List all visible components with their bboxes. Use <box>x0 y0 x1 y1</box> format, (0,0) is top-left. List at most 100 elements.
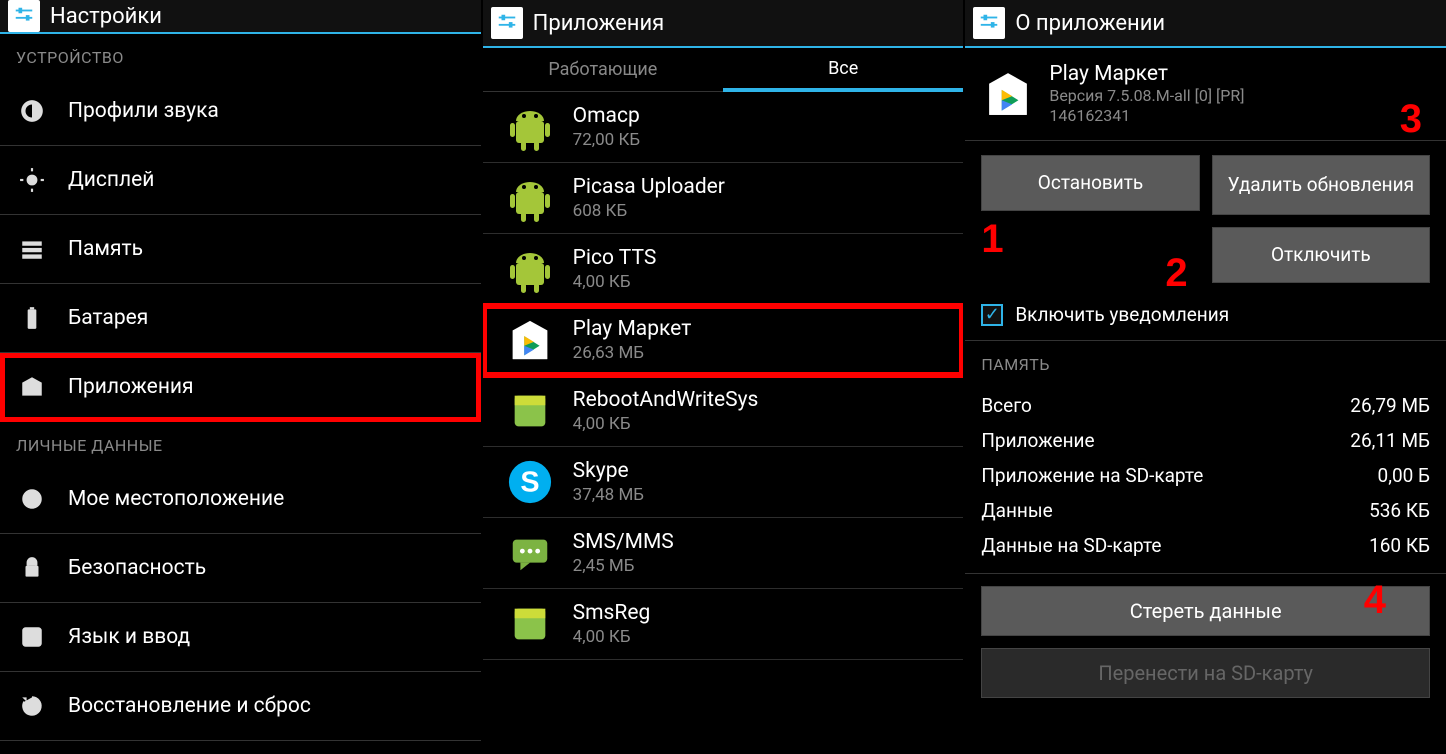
memory-row: Данные на SD-карте 160 КБ <box>965 528 1446 563</box>
memory-row: Приложение на SD-карте 0,00 Б <box>965 458 1446 493</box>
remove-updates-button[interactable]: Удалить обновления <box>1212 155 1430 215</box>
apps-icon <box>16 371 48 403</box>
settings-item-reset[interactable]: Восстановление и сброс <box>0 672 481 741</box>
skype-icon: S <box>505 457 555 507</box>
sound-icon <box>16 95 48 127</box>
tab-running[interactable]: Работающие <box>483 48 723 91</box>
titlebar-apps: Приложения <box>483 0 964 48</box>
settings-screen: Настройки УСТРОЙСТВО Профили звука Диспл… <box>0 0 481 754</box>
memory-key: Данные <box>981 499 1052 522</box>
settings-item-apps[interactable]: Приложения <box>0 353 481 422</box>
svg-text:A: A <box>28 630 37 645</box>
app-row[interactable]: Pico TTS4,00 КБ <box>483 234 964 305</box>
label: Мое местоположение <box>68 487 284 511</box>
app-size-label: 26,63 МБ <box>573 343 692 363</box>
app-size-label: 4,00 КБ <box>573 272 657 292</box>
memory-row: Данные 536 КБ <box>965 493 1446 528</box>
label: Восстановление и сброс <box>68 694 311 718</box>
label: Безопасность <box>68 556 206 580</box>
app-size-label: 4,00 КБ <box>573 627 651 647</box>
settings-item-sound[interactable]: Профили звука <box>0 77 481 146</box>
memory-key: Всего <box>981 394 1032 417</box>
settings-icon <box>973 7 1005 39</box>
settings-item-security[interactable]: Безопасность <box>0 534 481 603</box>
memory-list: Всего26,79 МБПриложение26,11 МБПриложени… <box>965 384 1446 574</box>
app-size-label: 37,48 МБ <box>573 485 644 505</box>
tab-all[interactable]: Все <box>723 48 963 92</box>
memory-value: 0,00 Б <box>1378 464 1430 487</box>
language-icon: A <box>16 621 48 653</box>
app-size-label: 4,00 КБ <box>573 414 759 434</box>
reset-icon <box>16 690 48 722</box>
settings-item-language[interactable]: A Язык и ввод <box>0 603 481 672</box>
apps-screen: Приложения Работающие Все Omacp72,00 КБP… <box>481 0 964 754</box>
app-name: Play Маркет <box>1049 62 1244 86</box>
memory-row: Приложение 26,11 МБ <box>965 423 1446 458</box>
memory-row: Всего 26,79 МБ <box>965 388 1446 423</box>
app-size-label: 608 КБ <box>573 201 725 221</box>
memory-value: 160 КБ <box>1369 534 1430 557</box>
move-sd-button: Перенести на SD-карту <box>981 648 1430 698</box>
memory-key: Приложение <box>981 429 1094 452</box>
android-icon <box>505 102 555 152</box>
app-name-label: Picasa Uploader <box>573 175 725 199</box>
battery-icon <box>16 302 48 334</box>
settings-icon <box>8 0 40 32</box>
label: Включить уведомления <box>1015 303 1229 326</box>
checkbox-icon[interactable]: ✓ <box>981 304 1003 326</box>
app-name-label: SmsReg <box>573 601 651 625</box>
generic-icon <box>505 599 555 649</box>
personal-list: Мое местоположение Безопасность A Язык и… <box>0 465 481 741</box>
section-accounts: АККАУНТЫ <box>0 741 481 754</box>
app-name-label: Pico TTS <box>573 246 657 270</box>
label: Приложения <box>68 375 194 399</box>
app-name-label: Skype <box>573 459 644 483</box>
app-name-label: RebootAndWriteSys <box>573 388 759 412</box>
app-row[interactable]: Picasa Uploader608 КБ <box>483 163 964 234</box>
app-row[interactable]: Play Маркет26,63 МБ <box>483 305 964 376</box>
action-buttons: Остановить Удалить обновления Отключить … <box>965 141 1446 297</box>
app-row[interactable]: SmsReg4,00 КБ <box>483 589 964 660</box>
app-row[interactable]: S Skype37,48 МБ <box>483 447 964 518</box>
label: Язык и ввод <box>68 625 190 649</box>
label: Батарея <box>68 306 148 330</box>
titlebar-appinfo: О приложении <box>965 0 1446 48</box>
memory-value: 536 КБ <box>1369 499 1430 522</box>
sms-icon <box>505 528 555 578</box>
settings-icon <box>491 7 523 39</box>
page-title: Приложения <box>533 11 665 36</box>
page-title: Настройки <box>50 4 162 29</box>
appinfo-screen: О приложении Play Маркет Версия 7.5.08.M… <box>963 0 1446 754</box>
memory-key: Приложение на SD-карте <box>981 464 1203 487</box>
appinfo-header: Play Маркет Версия 7.5.08.M-all [0] [PR]… <box>965 48 1446 141</box>
notifications-row[interactable]: ✓ Включить уведомления <box>965 297 1446 341</box>
label: Профили звука <box>68 99 219 123</box>
location-icon <box>16 483 48 515</box>
section-memory: ПАМЯТЬ <box>965 341 1446 384</box>
clear-data-button[interactable]: Стереть данные <box>981 586 1430 636</box>
settings-item-memory[interactable]: Память <box>0 215 481 284</box>
settings-item-display[interactable]: Дисплей <box>0 146 481 215</box>
memory-key: Данные на SD-карте <box>981 534 1161 557</box>
disable-button[interactable]: Отключить <box>1212 227 1430 283</box>
app-list: Omacp72,00 КБPicasa Uploader608 КБPico T… <box>483 92 964 660</box>
memory-icon <box>16 233 48 265</box>
play-store-icon <box>981 67 1035 121</box>
lock-icon <box>16 552 48 584</box>
app-row[interactable]: RebootAndWriteSys4,00 КБ <box>483 376 964 447</box>
app-size-label: 2,45 МБ <box>573 556 674 576</box>
play-icon <box>505 315 555 365</box>
app-name-label: SMS/MMS <box>573 530 674 554</box>
apps-tabs: Работающие Все <box>483 48 964 92</box>
app-row[interactable]: SMS/MMS2,45 МБ <box>483 518 964 589</box>
settings-item-battery[interactable]: Батарея <box>0 284 481 353</box>
label: Память <box>68 237 143 261</box>
memory-value: 26,11 МБ <box>1350 429 1430 452</box>
app-row[interactable]: Omacp72,00 КБ <box>483 92 964 163</box>
settings-item-location[interactable]: Мое местоположение <box>0 465 481 534</box>
page-title: О приложении <box>1015 11 1165 36</box>
stop-button[interactable]: Остановить <box>981 155 1199 211</box>
device-list: Профили звука Дисплей Память Батарея <box>0 77 481 422</box>
app-name-label: Omacp <box>573 104 640 128</box>
memory-value: 26,79 МБ <box>1350 394 1430 417</box>
